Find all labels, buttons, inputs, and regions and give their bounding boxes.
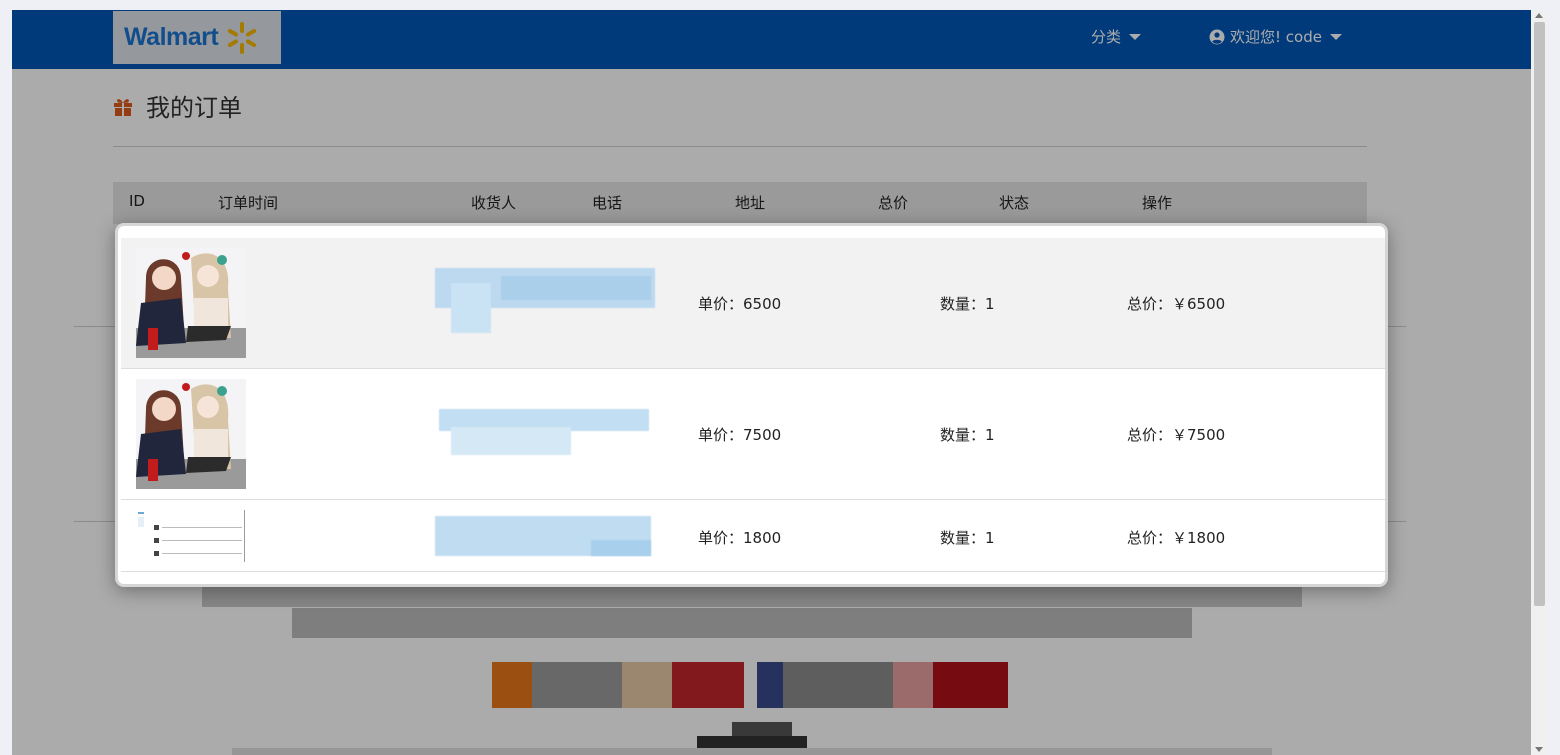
quantity: 数量：1: [940, 529, 995, 547]
scroll-down-icon[interactable]: [1535, 747, 1543, 752]
unit-price: 单价：6500: [698, 295, 782, 313]
product-image: [136, 248, 246, 358]
product-thumbnail[interactable]: [136, 379, 246, 489]
item-total: 总价：￥1800: [1127, 529, 1226, 547]
product-image: [136, 379, 246, 489]
item-total: 总价：￥7500: [1127, 426, 1226, 444]
product-thumbnail[interactable]: [136, 248, 246, 358]
quantity: 数量：1: [940, 295, 995, 313]
unit-price: 单价：7500: [698, 426, 782, 444]
product-image: [136, 510, 246, 562]
product-thumbnail[interactable]: [136, 510, 246, 562]
order-item-row: 单价：7500 数量：1 总价：￥7500: [121, 369, 1385, 500]
order-detail-modal: 单价：6500 数量：1 总价：￥6500 单价：7500 数量：1 总价：￥7…: [115, 223, 1388, 587]
browser-viewport: Walmart 分类 欢迎您! code 我的订单 ID 订单时间 收货人 电话…: [12, 10, 1531, 755]
scroll-up-icon[interactable]: [1535, 13, 1543, 18]
unit-price: 单价：1800: [698, 529, 782, 547]
quantity: 数量：1: [940, 426, 995, 444]
order-item-row: 单价：1800 数量：1 总价：￥1800: [121, 500, 1385, 572]
order-item-row: 单价：6500 数量：1 总价：￥6500: [121, 238, 1385, 369]
scrollbar-thumb[interactable]: [1534, 22, 1545, 606]
item-total: 总价：￥6500: [1127, 295, 1226, 313]
page-scrollbar[interactable]: [1531, 10, 1548, 755]
